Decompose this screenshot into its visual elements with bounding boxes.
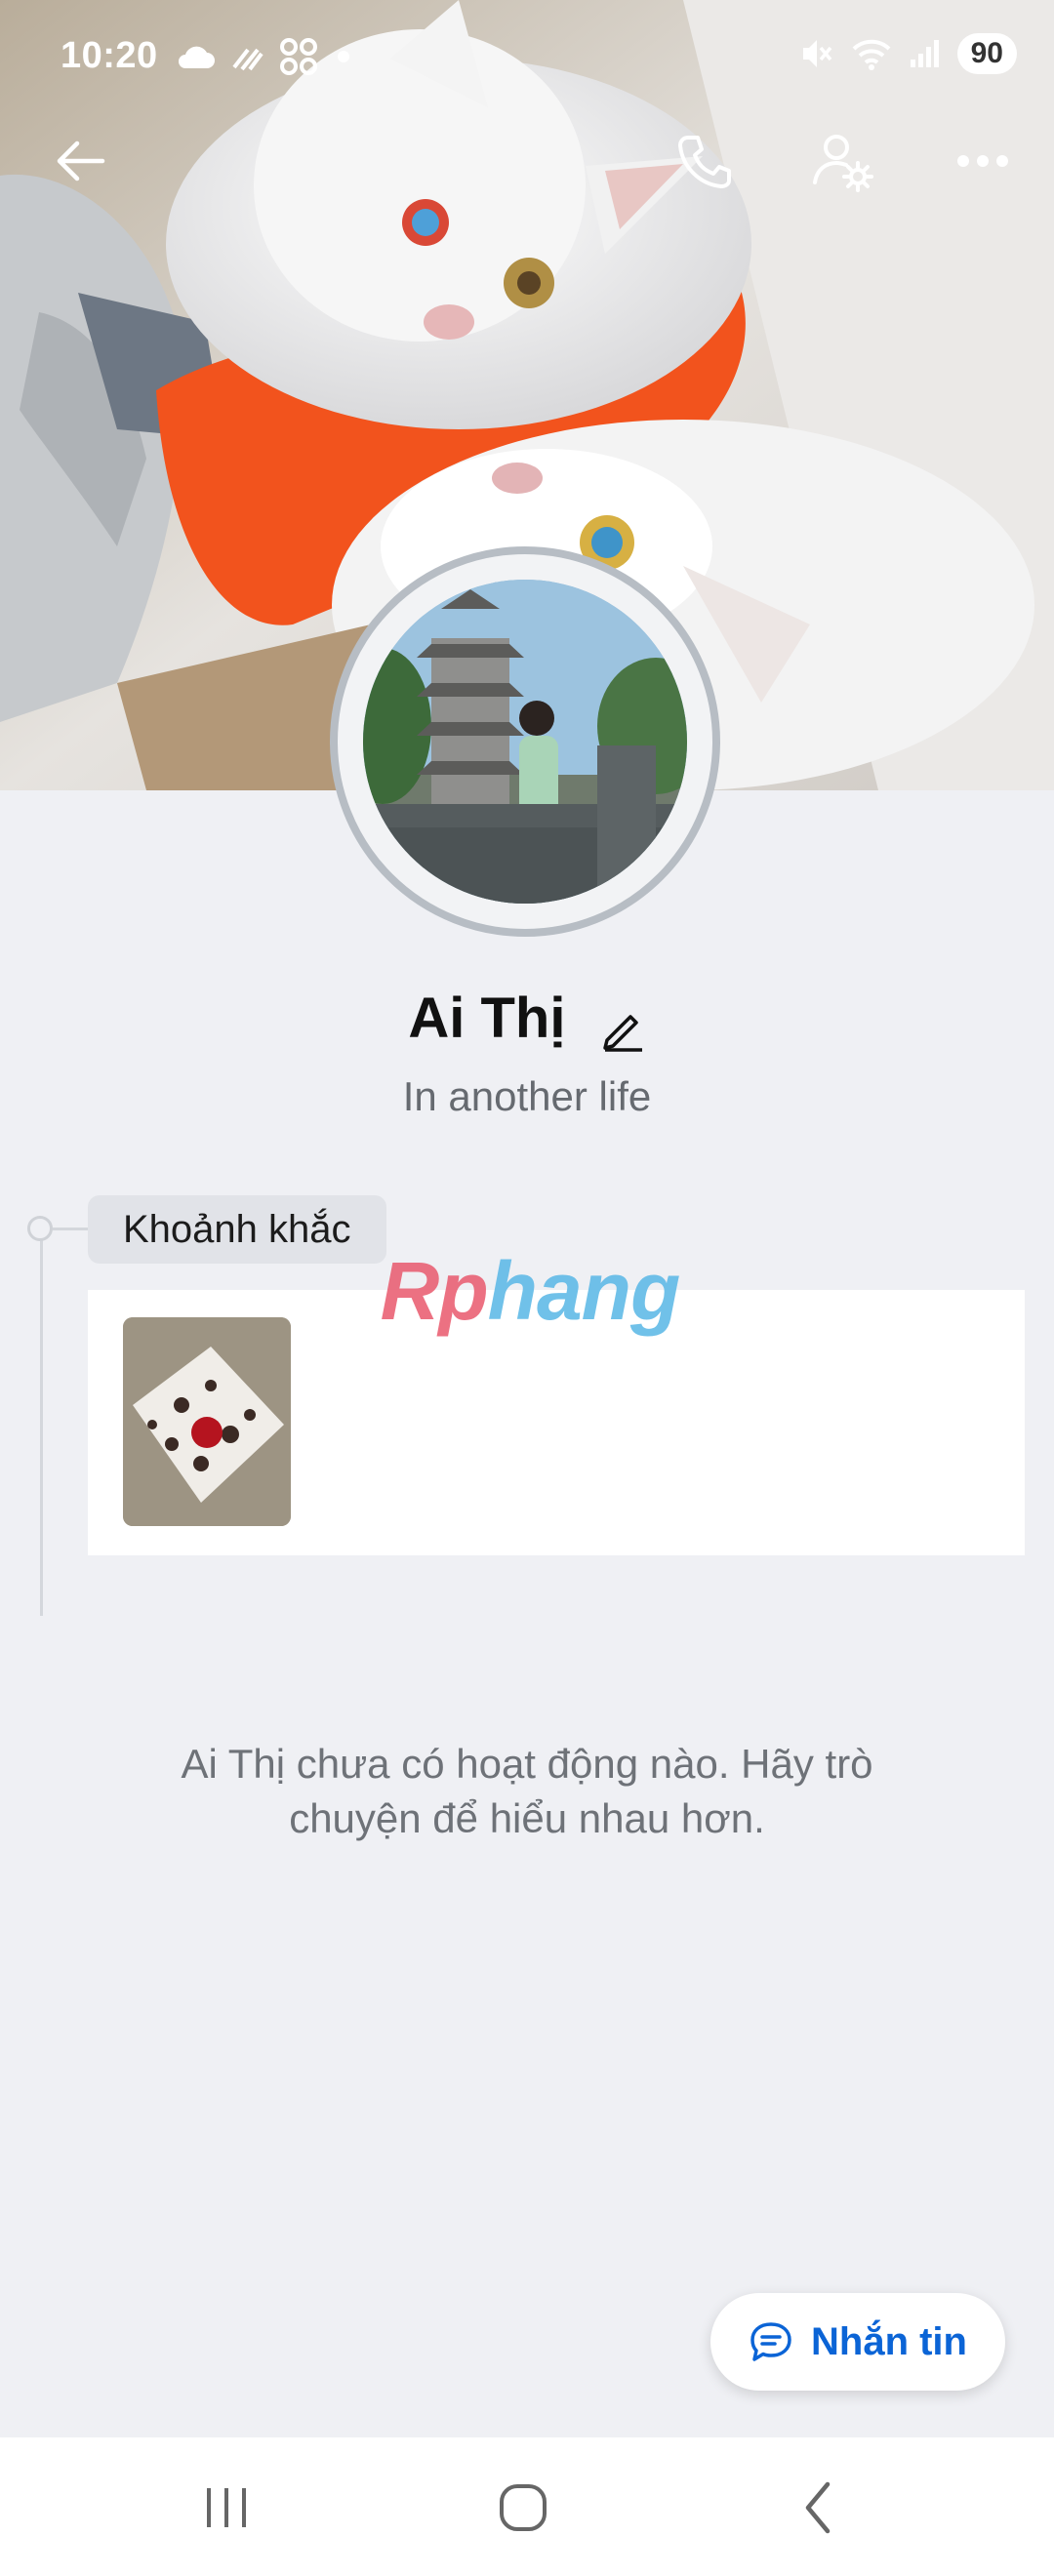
moment-thumbnail[interactable] — [123, 1317, 291, 1526]
status-left-icons — [176, 37, 353, 76]
app-grid-icon — [280, 38, 317, 75]
moments-tag: Khoảnh khắc — [88, 1195, 386, 1264]
status-right-icons: 90 — [799, 33, 1017, 74]
timeline-connector — [53, 1228, 90, 1230]
signal-icon — [910, 40, 939, 67]
edit-name-icon[interactable] — [601, 1000, 646, 1052]
phone-icon[interactable] — [669, 127, 738, 195]
send-message-label: Nhắn tin — [811, 2319, 967, 2363]
profile-name: Ai Thị — [408, 986, 566, 1050]
mute-icon — [802, 40, 831, 67]
profile-name-row: Ai Thị — [0, 986, 1054, 1052]
profile-settings-icon[interactable] — [808, 127, 876, 195]
home-icon[interactable] — [484, 2476, 562, 2539]
avatar[interactable] — [363, 580, 687, 904]
system-nav-bar — [0, 2437, 1054, 2576]
back-arrow-icon[interactable] — [47, 127, 115, 195]
timeline-line — [40, 1228, 43, 1616]
back-icon[interactable] — [779, 2476, 857, 2539]
dot-icon — [338, 51, 349, 62]
more-icon[interactable] — [949, 127, 1017, 195]
link-icon — [232, 48, 264, 71]
watermark-logo: Rphang — [380, 1245, 681, 1337]
profile-bio: In another life — [402, 1073, 652, 1119]
recent-apps-icon[interactable] — [187, 2476, 265, 2539]
status-time: 10:20 — [61, 35, 158, 76]
status-bar: 10:20 90 — [0, 0, 1054, 107]
battery-indicator: 90 — [956, 33, 1017, 74]
chat-bubble-icon — [750, 2322, 791, 2361]
send-message-button[interactable]: Nhắn tin — [710, 2293, 1005, 2391]
timeline-dot — [27, 1216, 53, 1241]
wifi-icon — [852, 39, 891, 70]
empty-activity-text: Ai Thị chưa có hoạt động nào. Hãy trò ch… — [181, 1741, 873, 1841]
cloud-icon — [179, 46, 215, 68]
